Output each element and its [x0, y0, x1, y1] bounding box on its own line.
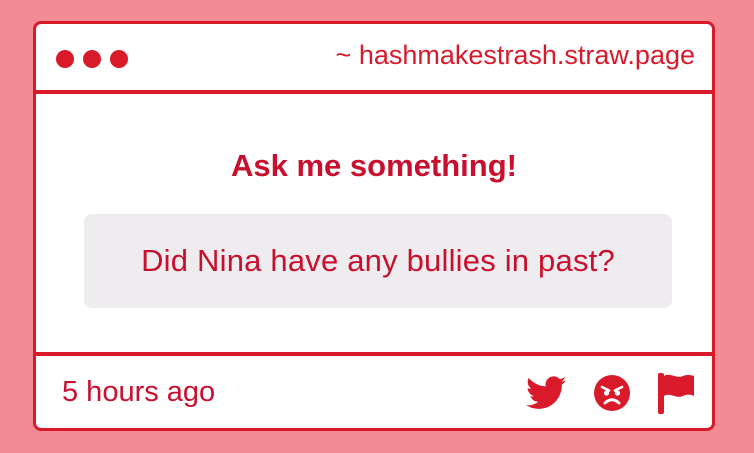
action-bar	[412, 356, 712, 428]
timestamp: 5 hours ago	[62, 376, 216, 408]
window-dot	[83, 50, 101, 68]
window-dot	[56, 50, 74, 68]
window-titlebar: ~ hashmakestrash.straw.page	[36, 24, 712, 94]
question-text: Did Nina have any bullies in past?	[141, 243, 615, 278]
page-title: Ask me something!	[231, 148, 517, 183]
card-footer: 5 hours ago	[36, 352, 712, 428]
flag-icon[interactable]	[656, 372, 696, 414]
window-controls	[56, 50, 128, 68]
question-box: Did Nina have any bullies in past?	[84, 214, 672, 308]
window-dot	[110, 50, 128, 68]
twitter-icon[interactable]	[526, 376, 566, 410]
angry-face-icon[interactable]	[593, 374, 631, 412]
page-url[interactable]: ~ hashmakestrash.straw.page	[336, 40, 695, 71]
question-card: ~ hashmakestrash.straw.page Ask me somet…	[33, 21, 715, 431]
